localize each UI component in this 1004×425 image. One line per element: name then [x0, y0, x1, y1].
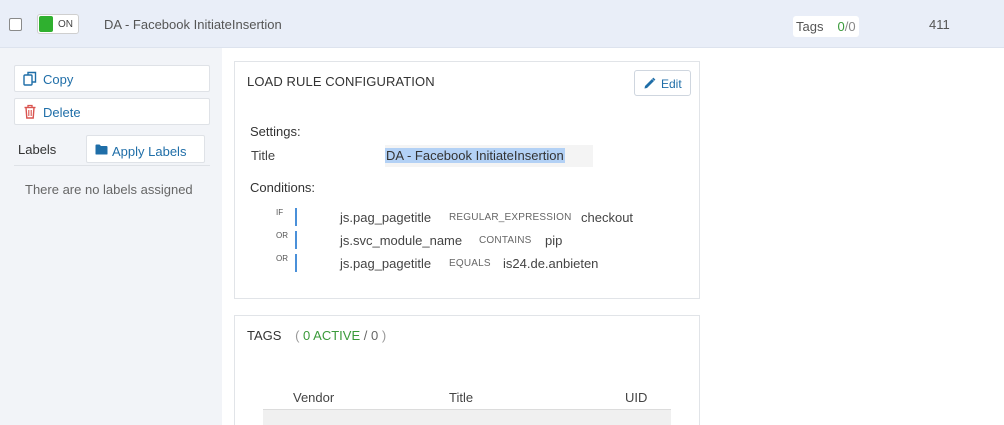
condition-type: CONTAINS: [479, 235, 532, 246]
condition-operator: OR: [276, 231, 288, 240]
labels-divider: [14, 165, 210, 166]
condition-bar: [295, 208, 297, 226]
apply-labels-button[interactable]: Apply Labels: [86, 135, 205, 163]
column-header-uid[interactable]: UID: [625, 390, 647, 405]
tags-summary-separator: /: [363, 328, 368, 343]
title-value-field: DA - Facebook InitiateInsertion: [385, 145, 593, 167]
delete-button[interactable]: Delete: [14, 98, 210, 125]
tags-heading: TAGS: [247, 328, 282, 343]
copy-button[interactable]: Copy: [14, 65, 210, 92]
tags-active-count: 0: [837, 19, 845, 34]
condition-operator: OR: [276, 254, 288, 263]
condition-operator: IF: [276, 208, 284, 217]
tags-count-badge: Tags 0/0: [793, 16, 859, 37]
condition-type: EQUALS: [449, 258, 491, 269]
folder-icon: [95, 144, 108, 155]
tags-active-summary: 0 ACTIVE: [303, 328, 361, 343]
tags-paren-close: ): [381, 328, 387, 343]
edit-label: Edit: [661, 77, 682, 91]
actions-sidebar: Copy Delete Labels Apply Labels There ar…: [0, 48, 222, 425]
condition-value: checkout: [581, 210, 634, 225]
tags-total-count: 0: [848, 19, 856, 34]
apply-labels-label: Apply Labels: [112, 144, 187, 159]
tags-paren-open: (: [295, 328, 300, 343]
column-header-vendor[interactable]: Vendor: [293, 390, 334, 405]
title-field-label: Title: [251, 148, 276, 163]
no-labels-message: There are no labels assigned: [25, 182, 193, 197]
delete-label: Delete: [43, 105, 81, 120]
conditions-heading: Conditions:: [250, 180, 316, 195]
condition-type: REGULAR_EXPRESSION: [449, 212, 572, 223]
condition-row: IF js.pag_pagetitle REGULAR_EXPRESSION c…: [235, 208, 699, 228]
tags-count-label: Tags: [796, 19, 824, 34]
load-rule-uid: 411: [929, 17, 950, 32]
labels-heading: Labels: [18, 142, 57, 157]
toggle-label: ON: [58, 19, 73, 30]
condition-variable: js.pag_pagetitle: [340, 256, 432, 271]
column-header-title[interactable]: Title: [449, 390, 473, 405]
copy-icon: [23, 71, 37, 86]
load-rule-title[interactable]: DA - Facebook InitiateInsertion: [104, 17, 282, 32]
tags-table-header: Vendor Title UID: [263, 388, 671, 410]
toggle-knob: [39, 16, 53, 32]
condition-row: OR js.pag_pagetitle EQUALS is24.de.anbie…: [235, 254, 699, 274]
condition-value: is24.de.anbieten: [503, 256, 599, 271]
copy-label: Copy: [43, 72, 74, 87]
title-value: DA - Facebook InitiateInsertion: [385, 148, 565, 163]
condition-row: OR js.svc_module_name CONTAINS pip: [235, 231, 699, 251]
condition-value: pip: [545, 233, 563, 248]
table-row: [263, 410, 671, 425]
trash-icon: [24, 104, 36, 119]
panel-title: LOAD RULE CONFIGURATION: [247, 74, 435, 89]
edit-button[interactable]: Edit: [634, 70, 691, 96]
condition-bar: [295, 231, 297, 249]
condition-variable: js.svc_module_name: [340, 233, 463, 248]
settings-heading: Settings:: [250, 124, 301, 139]
load-rule-row-header[interactable]: ON DA - Facebook InitiateInsertion Tags 0…: [0, 0, 1004, 48]
status-toggle[interactable]: ON: [37, 14, 79, 34]
tags-panel: TAGS ( 0 ACTIVE / 0 ) Vendor Title UID: [234, 315, 700, 425]
pencil-icon: [644, 77, 656, 89]
row-select-checkbox[interactable]: [9, 18, 22, 31]
tags-panel-title: TAGS ( 0 ACTIVE / 0 ): [247, 328, 386, 343]
condition-variable: js.pag_pagetitle: [340, 210, 432, 225]
condition-bar: [295, 254, 297, 272]
load-rule-configuration-panel: LOAD RULE CONFIGURATION Edit Settings: T…: [234, 61, 700, 299]
tags-total-summary: 0: [370, 328, 379, 343]
